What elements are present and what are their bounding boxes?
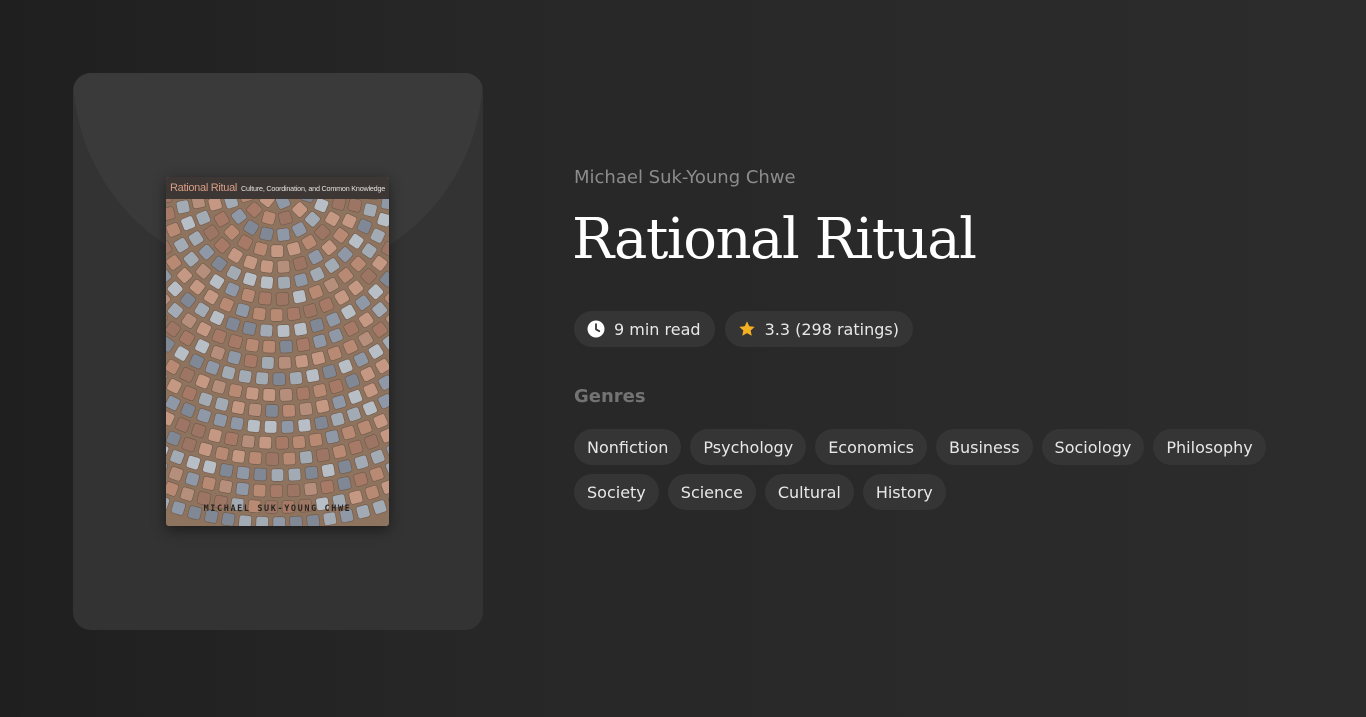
cover-card: Rational Ritual Culture, Coordination, a… [73,73,483,630]
book-cover-author: MICHAEL SUK-YOUNG CHWE [203,504,352,514]
clock-icon [587,320,605,338]
book-cover-image: Rational Ritual Culture, Coordination, a… [166,177,389,526]
rating-text: 3.3 (298 ratings) [764,319,899,339]
genre-chip-business[interactable]: Business [935,429,1033,465]
book-author[interactable]: Michael Suk-Young Chwe [574,167,796,188]
genre-chip-science[interactable]: Science [667,474,756,510]
book-meta: 9 min read 3.3 (298 ratings) [574,311,913,347]
genre-chip-nonfiction[interactable]: Nonfiction [574,429,682,465]
genres-heading: Genres [574,386,646,407]
genre-chip-history[interactable]: History [862,474,946,510]
genre-chip-psychology[interactable]: Psychology [690,429,807,465]
rating-badge: 3.3 (298 ratings) [724,311,913,347]
read-time-text: 9 min read [614,319,701,339]
book-title: Rational Ritual [572,207,977,272]
genre-chip-society[interactable]: Society [574,474,659,510]
genre-chip-cultural[interactable]: Cultural [764,474,854,510]
book-cover-title-strip: Rational Ritual Culture, Coordination, a… [166,177,389,199]
genre-chip-sociology[interactable]: Sociology [1041,429,1145,465]
star-icon [738,320,756,338]
genre-chip-philosophy[interactable]: Philosophy [1153,429,1266,465]
genre-list: Nonfiction Psychology Economics Business… [574,429,1274,510]
genre-chip-economics[interactable]: Economics [815,429,927,465]
book-cover-title: Rational Ritual [170,182,238,194]
book-cover-subtitle: Culture, Coordination, and Common Knowle… [241,183,386,193]
read-time-badge: 9 min read [574,311,715,347]
